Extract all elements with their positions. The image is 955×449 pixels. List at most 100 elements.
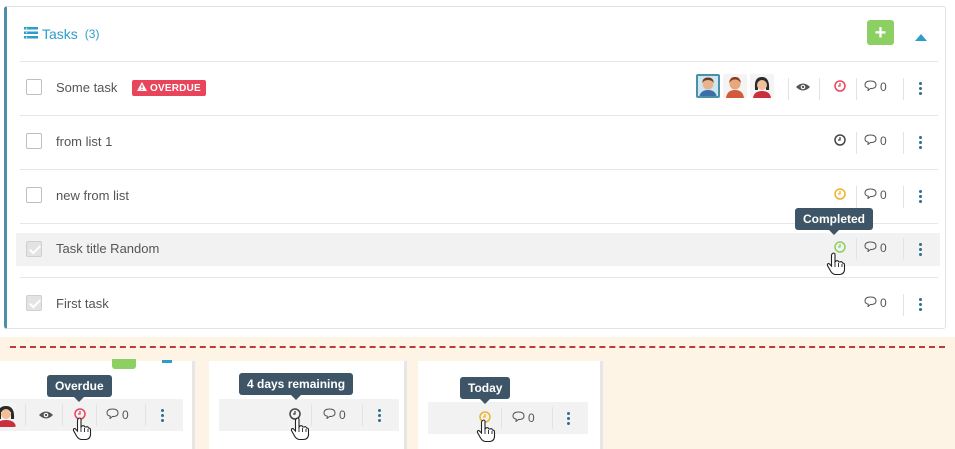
clock-icon[interactable] [834,188,846,200]
divider [788,78,789,100]
divider [856,238,857,260]
assignees [696,74,774,98]
divider [819,78,820,100]
example-panel: 0 [418,361,603,449]
comment-count: 0 [880,134,887,148]
comment-icon [864,80,877,94]
panel-title[interactable]: Tasks (3) [24,26,99,42]
overdue-badge: OVERDUE [132,80,206,96]
warning-icon [137,82,147,94]
divider [362,404,363,426]
eye-icon[interactable] [796,82,810,92]
hand-cursor-icon [290,417,310,446]
divider [903,132,904,154]
task-row[interactable]: 0 [428,402,588,434]
task-title[interactable]: Task title Random [56,241,159,256]
divider [96,404,97,426]
comments-count[interactable]: 0 [864,296,887,310]
task-row[interactable]: Some task OVERDUE 0 [20,61,938,115]
more-options-icon[interactable] [377,409,381,422]
comment-count: 0 [880,188,887,202]
comments-count[interactable]: 0 [864,80,887,94]
comment-icon [864,188,877,202]
comment-icon [864,241,877,255]
more-options-icon[interactable] [160,409,164,422]
divider [311,404,312,426]
avatar[interactable] [696,74,720,98]
collapse-button [162,360,172,363]
clock-icon[interactable] [834,134,846,146]
divider [145,404,146,426]
task-title[interactable]: new from list [56,188,129,203]
comment-icon [864,134,877,148]
comments-count[interactable]: 0 [864,188,887,202]
task-checkbox[interactable] [26,295,42,311]
comment-count: 0 [122,408,129,422]
list-icon [24,26,38,42]
comment-icon [106,408,119,422]
hand-cursor-icon [826,252,846,281]
divider [856,78,857,100]
panel-title-text: Tasks [42,26,78,42]
divider [903,238,904,260]
add-task-button [112,359,136,369]
avatar [0,403,16,427]
tasks-panel: Tasks (3) + Some task OVERDUE 0 from lis… [4,6,946,329]
comments-count[interactable]: 0 [864,134,887,148]
divider [552,407,553,429]
more-options-icon[interactable] [918,243,922,256]
divider [25,404,26,426]
completed-tooltip: Completed [795,208,874,235]
comments-count[interactable]: 0 [106,408,129,422]
divider [856,186,857,208]
divider [903,294,904,316]
comment-icon [864,296,877,310]
divider [903,78,904,100]
add-task-button[interactable]: + [867,20,894,45]
today-tooltip: Today [460,377,511,404]
caret-up-icon [915,28,927,45]
more-options-icon[interactable] [918,136,922,149]
more-options-icon[interactable] [566,412,570,425]
comments-count[interactable]: 0 [323,408,346,422]
more-options-icon[interactable] [918,190,922,203]
comment-icon [512,411,525,425]
avatar[interactable] [723,74,747,98]
task-title[interactable]: Some task [56,80,117,95]
comments-count[interactable]: 0 [864,241,887,255]
eye-icon[interactable] [39,410,53,420]
task-row[interactable]: from list 1 0 [20,115,938,169]
task-title[interactable]: from list 1 [56,134,112,149]
comments-count[interactable]: 0 [512,411,535,425]
comment-count: 0 [880,241,887,255]
avatar[interactable] [750,74,774,98]
dashed-separator [10,346,945,348]
comment-count: 0 [528,411,535,425]
hand-cursor-icon [72,417,92,446]
divider [62,404,63,426]
plus-icon: + [874,21,887,44]
task-checkbox[interactable] [26,187,42,203]
task-checkbox[interactable] [26,133,42,149]
more-options-icon[interactable] [918,82,922,95]
more-options-icon[interactable] [918,298,922,311]
divider [903,186,904,208]
divider [856,132,857,154]
overdue-tooltip: Overdue [47,375,112,402]
task-checkbox[interactable] [26,241,42,257]
comment-count: 0 [339,408,346,422]
task-title[interactable]: First task [56,296,109,311]
divider [501,407,502,429]
collapse-button[interactable] [915,28,927,46]
task-checkbox[interactable] [26,79,42,95]
panel-header: Tasks (3) + [7,7,945,61]
task-count: (3) [84,27,100,41]
clock-icon[interactable] [834,80,846,92]
comment-count: 0 [880,80,887,94]
overdue-badge-label: OVERDUE [150,82,201,94]
examples-area: 0 Overdue 0 4 days remaining 0 Today [0,337,955,449]
comment-count: 0 [880,296,887,310]
task-row[interactable]: First task 0 [20,277,938,331]
task-row[interactable]: Task title Random 0 [16,233,940,266]
comment-icon [323,408,336,422]
